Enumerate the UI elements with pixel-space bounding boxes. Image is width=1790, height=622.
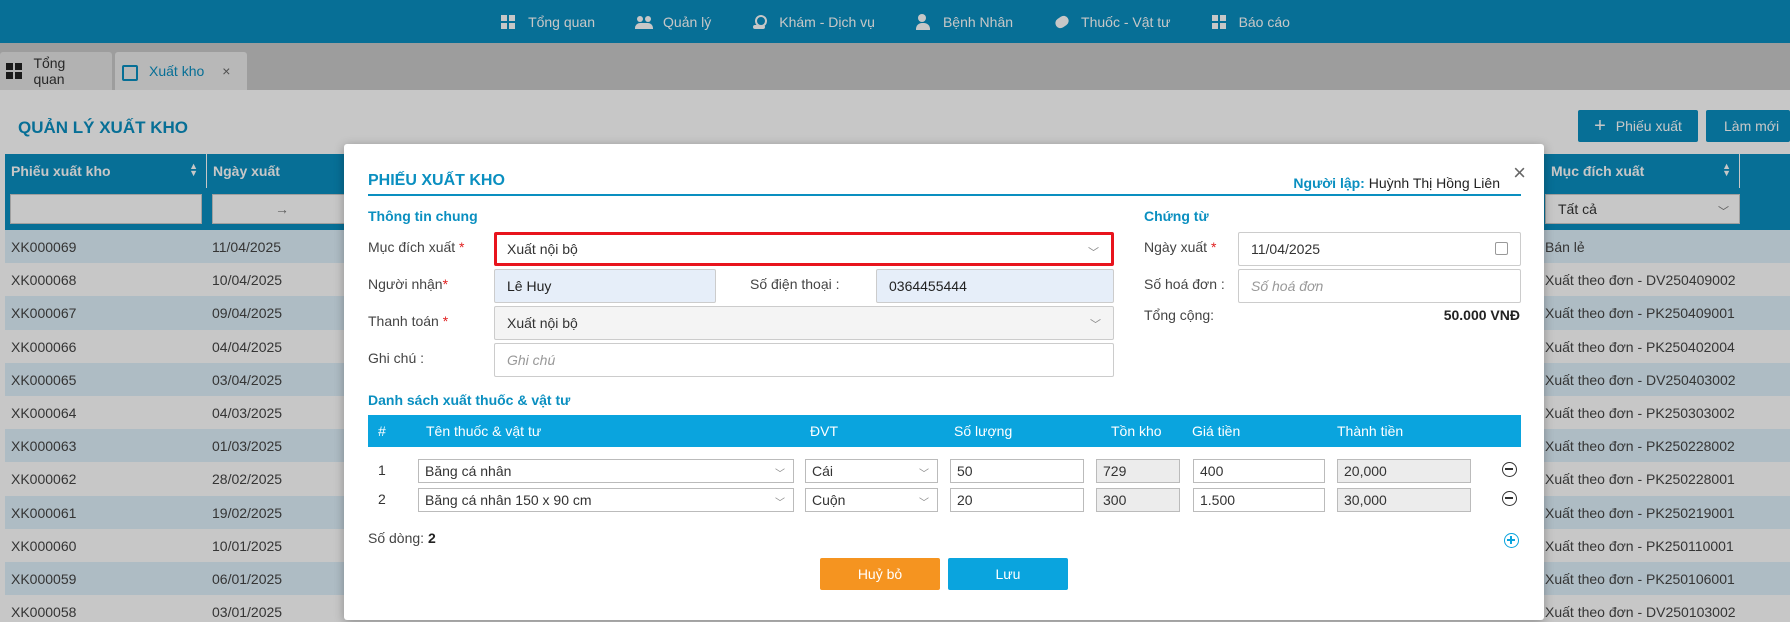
item-row: 1 Băng cá nhân ﹀ Cái ﹀ 50 729 400 20,000 <box>368 459 1521 483</box>
chevron-down-icon: ﹀ <box>1090 319 1101 331</box>
select-value: Xuất nội bộ <box>507 241 578 257</box>
date-value: 11/04/2025 <box>1251 241 1321 257</box>
unit-select[interactable]: Cuộn ﹀ <box>805 488 938 512</box>
export-date-label: Ngày xuất * <box>1144 239 1216 255</box>
amount-value: 20,000 <box>1337 459 1471 483</box>
price-input[interactable]: 400 <box>1193 459 1325 483</box>
required-mark: * <box>1210 239 1217 255</box>
required-mark: * <box>442 313 449 329</box>
save-button[interactable]: Lưu <box>948 558 1068 590</box>
row-index: 1 <box>378 462 386 478</box>
label-text: Mục đích xuất <box>368 239 456 255</box>
calendar-icon[interactable] <box>1495 242 1508 255</box>
chevron-down-icon: ﹀ <box>1088 247 1099 259</box>
note-label: Ghi chú : <box>368 350 425 366</box>
recipient-input[interactable]: Lê Huy <box>494 269 716 303</box>
item-name-select[interactable]: Băng cá nhân ﹀ <box>418 459 794 483</box>
unit-select[interactable]: Cái ﹀ <box>805 459 938 483</box>
label-text: Thanh toán <box>368 313 439 329</box>
remove-row-icon[interactable] <box>1502 462 1517 477</box>
section-general-info: Thông tin chung <box>368 208 478 224</box>
price-input[interactable]: 1.500 <box>1193 488 1325 512</box>
section-item-list: Danh sách xuất thuốc & vật tư <box>368 392 571 408</box>
col-quantity: Số lượng <box>954 423 1013 439</box>
row-count-value: 2 <box>427 530 436 546</box>
select-value: Xuất nội bộ <box>507 315 578 331</box>
recipient-label: Người nhận* <box>368 276 448 292</box>
note-input[interactable]: Ghi chú <box>494 343 1114 377</box>
chevron-down-icon: ﹀ <box>775 498 785 509</box>
required-mark: * <box>442 276 449 292</box>
select-value: Cuộn <box>812 492 846 508</box>
section-voucher: Chứng từ <box>1144 208 1209 224</box>
item-name-select[interactable]: Băng cá nhân 150 x 90 cm ﹀ <box>418 488 794 512</box>
phone-input[interactable]: 0364455444 <box>876 269 1114 303</box>
chevron-down-icon: ﹀ <box>919 469 929 480</box>
invoice-number-input[interactable]: Số hoá đơn <box>1238 269 1521 303</box>
row-count: Số dòng: 2 <box>368 530 436 546</box>
add-row-icon[interactable] <box>1504 533 1519 548</box>
col-amount: Thành tiền <box>1337 423 1404 439</box>
payment-label: Thanh toán * <box>368 313 448 329</box>
stock-value: 300 <box>1096 488 1180 512</box>
quantity-input[interactable]: 20 <box>950 488 1084 512</box>
col-item-name: Tên thuốc & vật tư <box>426 423 542 439</box>
col-index: # <box>378 423 386 439</box>
col-stock: Tồn kho <box>1111 423 1162 439</box>
required-mark: * <box>459 239 465 255</box>
purpose-label: Mục đích xuất * <box>368 239 465 255</box>
purpose-select[interactable]: Xuất nội bộ ﹀ <box>494 232 1114 266</box>
creator-info: Người lập: Huỳnh Thị Hồng Liên <box>1293 175 1500 191</box>
select-value: Băng cá nhân 150 x 90 cm <box>425 492 592 508</box>
col-unit: ĐVT <box>810 423 838 439</box>
creator-label: Người lập: <box>1293 175 1365 191</box>
amount-value: 30,000 <box>1337 488 1471 512</box>
items-table-header: # Tên thuốc & vật tư ĐVT Số lượng Tồn kh… <box>368 415 1521 447</box>
chevron-down-icon: ﹀ <box>775 469 785 480</box>
stock-value: 729 <box>1096 459 1180 483</box>
export-date-picker[interactable]: 11/04/2025 <box>1238 232 1521 266</box>
quantity-input[interactable]: 50 <box>950 459 1084 483</box>
phone-label: Số điện thoại : <box>750 276 840 292</box>
item-row: 2 Băng cá nhân 150 x 90 cm ﹀ Cuộn ﹀ 20 300… <box>368 488 1521 512</box>
select-value: Băng cá nhân <box>425 463 512 479</box>
row-index: 2 <box>378 491 386 507</box>
remove-row-icon[interactable] <box>1502 491 1517 506</box>
col-price: Giá tiền <box>1192 423 1241 439</box>
cancel-button[interactable]: Huỷ bỏ <box>820 558 940 590</box>
payment-select[interactable]: Xuất nội bộ ﹀ <box>494 306 1114 340</box>
modal-title: PHIẾU XUẤT KHO <box>368 172 505 189</box>
label-text: Ngày xuất <box>1144 239 1208 255</box>
invoice-number-label: Số hoá đơn : <box>1144 276 1225 292</box>
total-value: 50.000 VNĐ <box>1443 307 1520 323</box>
select-value: Cái <box>812 463 834 479</box>
creator-name: Huỳnh Thị Hồng Liên <box>1368 175 1500 191</box>
close-icon[interactable]: × <box>1513 162 1526 184</box>
title-divider <box>368 194 1521 196</box>
chevron-down-icon: ﹀ <box>919 498 929 509</box>
export-voucher-modal: PHIẾU XUẤT KHO Người lập: Huỳnh Thị Hồng… <box>344 144 1544 620</box>
total-label: Tổng cộng: <box>1144 307 1215 323</box>
row-count-label: Số dòng: <box>368 530 425 546</box>
label-text: Người nhận <box>368 276 443 292</box>
